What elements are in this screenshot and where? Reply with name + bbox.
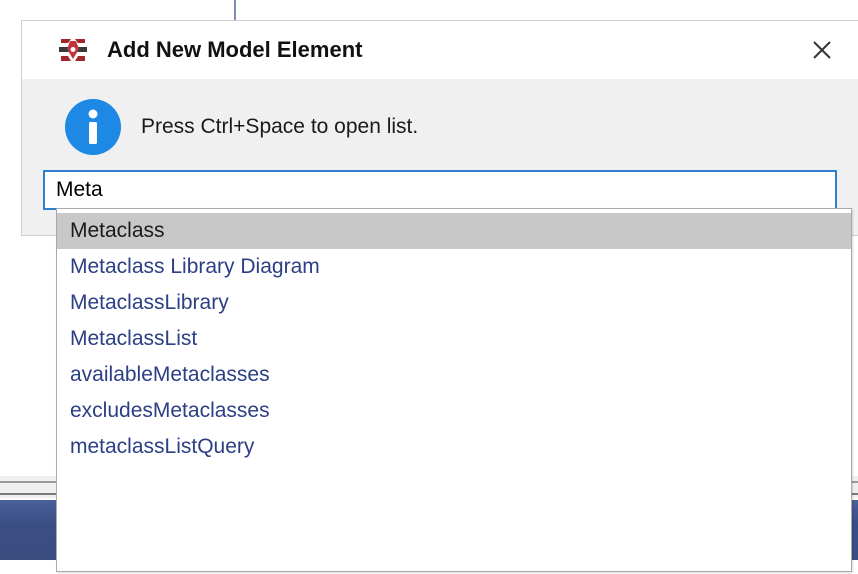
dialog-title: Add New Model Element (107, 37, 363, 62)
autocomplete-item[interactable]: Metaclass (57, 213, 851, 249)
autocomplete-item[interactable]: availableMetaclasses (57, 357, 851, 393)
autocomplete-item[interactable]: excludesMetaclasses (57, 393, 851, 429)
autocomplete-item[interactable]: Metaclass Library Diagram (57, 249, 851, 285)
dialog-titlebar[interactable]: Add New Model Element (22, 21, 858, 79)
autocomplete-item[interactable]: MetaclassLibrary (57, 285, 851, 321)
background-divider (234, 0, 236, 20)
close-icon[interactable] (804, 35, 840, 65)
autocomplete-list: Metaclass Metaclass Library Diagram Metacl… (57, 209, 851, 465)
background-app-top (0, 0, 858, 20)
info-icon (65, 99, 121, 155)
autocomplete-item[interactable]: metaclassListQuery (57, 429, 851, 465)
autocomplete-item[interactable]: MetaclassList (57, 321, 851, 357)
element-search-input[interactable] (43, 170, 837, 210)
autocomplete-dropdown[interactable]: Metaclass Metaclass Library Diagram Metacl… (56, 208, 852, 572)
app-logo-icon (59, 39, 87, 61)
add-model-element-dialog: Add New Model Element Press Ctrl+Space t… (21, 20, 858, 236)
info-message: Press Ctrl+Space to open list. (141, 115, 419, 138)
